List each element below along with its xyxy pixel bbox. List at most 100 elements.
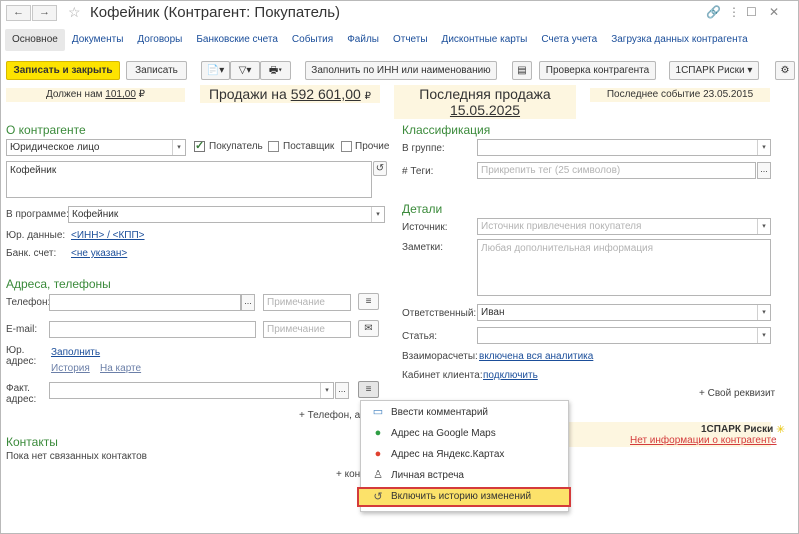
notes-label: Заметки: [402, 242, 444, 253]
favorite-star-icon[interactable]: ☆ [68, 4, 81, 21]
fact-address-select-button[interactable]: ... [335, 382, 349, 399]
source-select[interactable]: Источник привлечения покупателя ▾ [477, 218, 771, 235]
email-envelope-icon[interactable]: ✉ [358, 320, 379, 337]
phone-select-button[interactable]: ... [241, 294, 255, 311]
section-about-title: О контрагенте [6, 123, 86, 137]
supplier-checkbox[interactable] [268, 141, 279, 152]
spark-risks-title: 1СПАРК Риски [701, 424, 774, 435]
email-label: E-mail: [6, 324, 38, 335]
fact-address-label-line1: Факт. [6, 383, 30, 394]
sales-currency: ₽ [364, 91, 372, 102]
chevron-down-icon: ▾ [172, 140, 185, 155]
tab-files[interactable]: Файлы [340, 29, 386, 51]
owes-value[interactable]: 101,00 [105, 89, 136, 100]
last-sale-date[interactable]: 15.05.2025 [394, 102, 576, 118]
tab-discount-cards[interactable]: Дисконтные карты [435, 29, 535, 51]
spark-no-info-link[interactable]: Нет информации о контрагенте [630, 435, 777, 446]
client-cabinet-link[interactable]: подключить [483, 370, 538, 381]
chevron-down-icon: ▾ [757, 140, 770, 155]
menu-item-enable-history[interactable]: ↺ Включить историю изменений [357, 487, 571, 507]
sales-value[interactable]: 592 601,00 [291, 86, 361, 102]
tab-events[interactable]: События [285, 29, 340, 51]
article-label: Статья: [402, 331, 438, 342]
spark-risks-button[interactable]: 1СПАРК Риски ▾ [669, 61, 759, 80]
tags-label: # Теги: [402, 166, 434, 177]
add-contact-link[interactable]: + кон [336, 469, 360, 480]
tab-bank-accounts[interactable]: Банковские счета [189, 29, 285, 51]
tags-select-button[interactable]: ... [757, 162, 771, 179]
menu-item-google-maps-label: Адрес на Google Maps [391, 428, 496, 439]
report-icon[interactable]: ▤ [512, 61, 532, 80]
name-history-icon[interactable]: ↺ [373, 161, 387, 176]
spark-risks-label: 1СПАРК Риски [675, 65, 745, 76]
legal-type-select[interactable]: Юридическое лицо ▾ [6, 139, 186, 156]
save-button[interactable]: Записать [126, 61, 187, 80]
add-phone-address-link[interactable]: + Телефон, ад [299, 410, 366, 421]
tab-accounting[interactable]: Счета учета [534, 29, 604, 51]
group-select[interactable]: ▾ [477, 139, 771, 156]
filter-button[interactable]: ▽▾ [230, 61, 260, 80]
buyer-label: Покупатель [209, 141, 263, 152]
phone-note-input[interactable]: Примечание [263, 294, 351, 311]
tab-contracts[interactable]: Договоры [130, 29, 189, 51]
bank-account-link[interactable]: <не указан> [71, 248, 127, 259]
notes-textarea[interactable]: Любая дополнительная информация [477, 239, 771, 296]
article-select[interactable]: ▾ [477, 327, 771, 344]
program-name-select[interactable]: Кофейник ▾ [68, 206, 385, 223]
chevron-down-icon: ▾ [757, 305, 770, 320]
tab-documents[interactable]: Документы [65, 29, 131, 51]
yandex-maps-pin-icon: ● [374, 448, 382, 460]
owes-banner: Должен нам 101,00 ₽ [6, 88, 185, 102]
tab-main[interactable]: Основное [5, 29, 65, 51]
chevron-down-icon: ▾ [757, 328, 770, 343]
more-icon[interactable]: ⋮ [728, 5, 740, 19]
name-textarea[interactable]: Кофейник [6, 161, 372, 198]
close-icon[interactable]: ✕ [769, 5, 779, 19]
form-window: ← → ☆ Кофейник (Контрагент: Покупатель) … [0, 0, 799, 534]
create-based-on-button[interactable]: 📄▾ [201, 61, 230, 80]
buyer-checkbox[interactable] [194, 139, 205, 152]
settlements-label: Взаиморасчеты: [402, 351, 478, 362]
section-classification-title: Классификация [402, 123, 491, 137]
menu-item-comment[interactable]: ▭ Ввести комментарий [361, 402, 568, 423]
gear-icon[interactable]: ⚙ [775, 61, 795, 80]
show-on-map-link[interactable]: На карте [100, 363, 141, 374]
loading-spinner-icon: ✳ [776, 424, 786, 436]
link-icon[interactable]: 🔗 [706, 5, 721, 19]
back-button[interactable]: ← [6, 5, 31, 21]
menu-item-yandex-maps[interactable]: ● Адрес на Яндекс.Картах [361, 444, 568, 465]
menu-item-personal-meeting[interactable]: ♙ Личная встреча [361, 465, 568, 486]
tab-reports[interactable]: Отчеты [386, 29, 435, 51]
maximize-icon[interactable]: ☐ [746, 5, 757, 19]
email-note-input[interactable]: Примечание [263, 321, 351, 338]
settlements-link[interactable]: включена вся аналитика [479, 351, 593, 362]
add-own-property-link[interactable]: + Свой реквизит [699, 388, 775, 399]
program-name-value: Кофейник [72, 209, 119, 220]
other-checkbox[interactable] [341, 141, 352, 152]
save-and-close-button[interactable]: Записать и закрыть [6, 61, 120, 80]
fact-address-select[interactable]: ▾ [49, 382, 334, 399]
fact-address-menu-icon[interactable]: ≡ [358, 381, 379, 398]
client-cabinet-label: Кабинет клиента: [402, 370, 483, 381]
address-history-link[interactable]: История [51, 363, 90, 374]
phone-menu-icon[interactable]: ≡ [358, 293, 379, 310]
inn-kpp-link[interactable]: <ИНН> / <КПП> [71, 230, 145, 241]
fill-legal-address-link[interactable]: Заполнить [51, 347, 100, 358]
fill-by-inn-button[interactable]: Заполнить по ИНН или наименованию [305, 61, 497, 80]
check-counterparty-button[interactable]: Проверка контрагента [539, 61, 656, 80]
phone-input[interactable] [49, 294, 241, 311]
email-input[interactable] [49, 321, 256, 338]
forward-button[interactable]: → [32, 5, 57, 21]
fact-address-label-line2: адрес: [6, 394, 37, 405]
phone-label: Телефон: [6, 297, 51, 308]
tab-load-data[interactable]: Загрузка данных контрагента [604, 29, 754, 51]
sales-label: Продажи на [208, 86, 287, 102]
responsible-select[interactable]: Иван ▾ [477, 304, 771, 321]
print-button[interactable]: 🖶▾ [260, 61, 291, 80]
tags-input[interactable]: Прикрепить тег (25 символов) [477, 162, 756, 179]
chevron-down-icon: ▾ [320, 383, 333, 398]
menu-item-google-maps[interactable]: ● Адрес на Google Maps [361, 423, 568, 444]
sales-banner: Продажи на 592 601,00 ₽ [200, 85, 380, 103]
google-maps-pin-icon: ● [374, 427, 382, 439]
group-label: В группе: [402, 143, 445, 154]
